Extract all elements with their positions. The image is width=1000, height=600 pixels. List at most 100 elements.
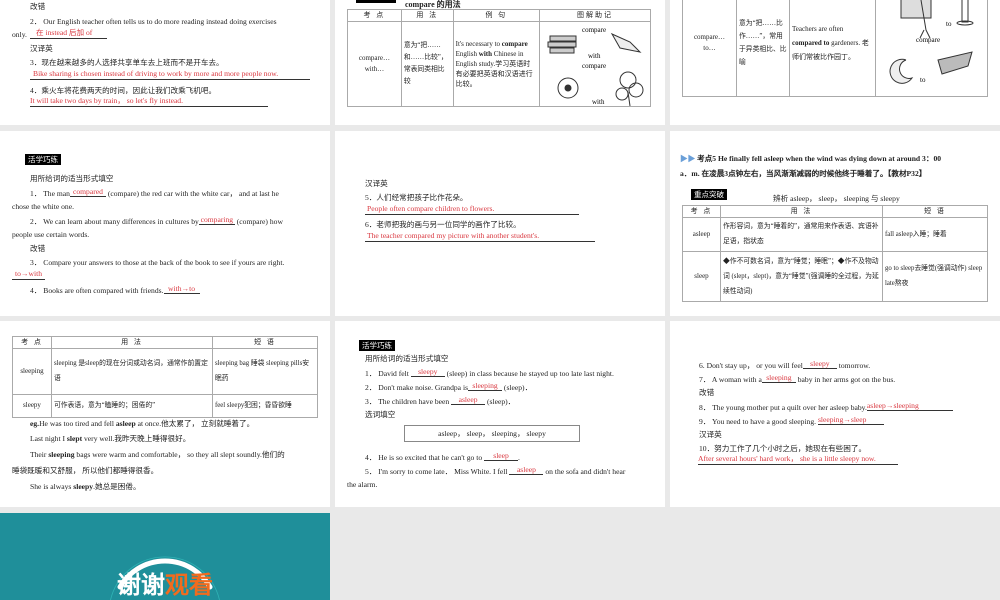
slide-8[interactable]: 活学巧练 用所给词的适当形式填空 1． David felt sleepy (s… xyxy=(335,321,665,507)
answer-3: Bike sharing is chosen instead of drivin… xyxy=(30,69,310,80)
answer-1: sleepy xyxy=(410,368,445,377)
answer-4: sleep xyxy=(484,452,519,461)
question-3: 3．现在越来越多的人选择共享单车去上班而不是开车去。 xyxy=(30,58,224,67)
header-point: 考 点 xyxy=(347,9,402,22)
key-point-line-2: a．m. 在凌晨3点钟左右，当风渐渐减弱的时候他终于睡着了。【教材P32】 xyxy=(680,169,927,178)
phrase-cell: sleeping bag 睡袋 sleeping pills安眠药 xyxy=(212,348,318,395)
slide-5[interactable]: 汉译英 5．人们经常把孩子比作花朵。 People often compare … xyxy=(335,131,665,316)
phrase-cell: fall asleep入睡；睡着 xyxy=(882,217,988,252)
answer-7: sleeping xyxy=(761,374,796,383)
header-example: 例 句 xyxy=(452,9,541,22)
usage-cell: sleeping 是sleep的现在分词或动名词，通常作前置定语 xyxy=(51,348,213,395)
phrase-cell: feel sleepy犯困；昏昏欲睡 xyxy=(212,393,318,418)
teacher-candle-moon-boat-illustration: to compare to xyxy=(889,0,974,84)
section-label: 重点突破 xyxy=(691,189,727,200)
header-illustration: 图解助记 xyxy=(539,9,651,22)
illustration-cell: to compare to xyxy=(875,0,988,97)
point-cell: compare…with… xyxy=(347,21,402,107)
svg-text:compare: compare xyxy=(582,26,606,34)
header-point: 考 点 xyxy=(682,205,721,218)
section-label xyxy=(356,0,396,3)
phrase-cell: go to sleep去睡觉(强调动作) sleep late熬夜 xyxy=(882,250,988,303)
boat-icon xyxy=(937,51,973,75)
example-3-cont: 睡袋既暖和又舒服， 所以他们都睡得很香。 xyxy=(12,466,159,475)
slide-2[interactable]: compare 的用法 考 点用 法例 句图解助记 compare…with… … xyxy=(335,0,665,125)
answer-6: The teacher compared my picture with ano… xyxy=(365,231,595,242)
open-book-icon xyxy=(610,32,642,53)
heading-translate: 汉译英 xyxy=(365,179,388,188)
asleep-sleep-table: 考 点用 法短 语 asleep 作形容词，意为“睡着的”，通常用来作表语、宾语补… xyxy=(682,205,988,303)
question-5: 5．人们经常把孩子比作花朵。 xyxy=(365,193,468,202)
usage-cell: 意为“把……比作……”，常用于异类相比、比喻 xyxy=(736,0,790,97)
question-1: 1． David felt sleepy (sleep) in class be… xyxy=(365,367,614,379)
header-phrase: 短 语 xyxy=(882,205,988,218)
slide-10-thanks[interactable]: 谢谢观看 xyxy=(0,513,330,600)
heading-correction: 改错 xyxy=(30,244,46,253)
key-point-line-1: ▶▶ 考点5 He finally fell asleep when the w… xyxy=(680,154,942,163)
thanks-title: 谢谢观看 xyxy=(117,571,213,599)
slide-3[interactable]: compare…to… 意为“把……比作……”，常用于异类相比、比喻 Teach… xyxy=(670,0,1000,125)
answer-3: asleep xyxy=(451,396,486,405)
question-2-cont: only. xyxy=(12,30,27,39)
slide-7[interactable]: 考 点用 法短 语 sleeping sleeping 是sleep的现在分词或动… xyxy=(0,321,330,507)
point-cell: sleepy xyxy=(12,393,52,418)
answer-4: with→to xyxy=(163,285,200,294)
svg-text:compare: compare xyxy=(916,36,940,44)
header-usage: 用 法 xyxy=(720,205,883,218)
question-4: 4． He is so excited that he can't go to … xyxy=(365,451,520,463)
example-4: She is always sleepy.她总是困倦。 xyxy=(30,482,141,491)
usage-cell: ◆作不可数名词，意为“睡觉；睡眠”；◆作不及物动词 (slept，slept)，… xyxy=(720,250,883,303)
blackboard-icon xyxy=(900,0,932,19)
example-3: Their sleeping bags were warm and comfor… xyxy=(30,450,285,459)
usage-table-continued: compare…to… 意为“把……比作……”，常用于异类相比、比喻 Teach… xyxy=(682,0,988,97)
double-arrow-icon: ▶▶ xyxy=(680,154,696,163)
answer-4: It will take two days by train， so let's… xyxy=(30,96,268,107)
heading-word-choice: 选词填空 xyxy=(365,410,396,419)
question-7: 7． A woman with a sleeping baby in her ar… xyxy=(699,373,896,385)
svg-text:with: with xyxy=(588,52,601,60)
question-4: 4．乘火车将花费两天的时间，因此让我们改乘飞机吧。 xyxy=(30,86,217,95)
moon-icon xyxy=(889,58,914,84)
example-cell: Teachers are often compared to gardeners… xyxy=(789,0,876,97)
slide-1[interactable]: 改错 2． Our English teacher often tells us… xyxy=(0,0,330,125)
point-cell: sleep xyxy=(682,250,721,303)
example-cell: It's necessary to compare English with C… xyxy=(452,21,541,107)
table-caption: 辨析 asleep， sleep， sleeping 与 sleepy xyxy=(773,194,900,203)
word-bank-box: asleep， sleep， sleeping， sleepy xyxy=(404,425,580,442)
example-2: Last night I slept very well.我昨天晚上睡得很好。 xyxy=(30,434,191,443)
header-usage: 用 法 xyxy=(51,336,213,349)
question-2-cont: people use certain words. xyxy=(12,230,90,239)
instruction: 用所给词的适当形式填空 xyxy=(30,174,114,183)
question-8: 8． The young mother put a quilt over her… xyxy=(699,402,953,413)
question-10: 10．努力工作了几个小时之后，她现在有些困了。 xyxy=(699,444,867,453)
answer-3: to→with xyxy=(12,269,45,280)
question-3: 3． Compare your answers to those at the … xyxy=(30,258,285,267)
question-4: 4． Books are often compared with friends… xyxy=(30,285,200,296)
answer-2: comparing xyxy=(198,215,235,225)
slide-9[interactable]: 6. Don't stay up， or you will feel sleepy… xyxy=(670,321,1000,507)
books-flowers-illustration: compare with compare with xyxy=(547,26,644,106)
question-6: 6. Don't stay up， or you will feel sleepy… xyxy=(699,359,871,371)
usage-cell: 意为“把……和……比较”，常表同类相比较 xyxy=(400,21,454,107)
usage-cell: 可作表语，意为“瞌睡的；困倦的” xyxy=(51,393,213,418)
usage-table: 考 点用 法例 句图解助记 compare…with… 意为“把……和……比较”… xyxy=(347,9,651,107)
section-label: 活学巧练 xyxy=(25,154,61,165)
slide-6[interactable]: ▶▶ 考点5 He finally fell asleep when the w… xyxy=(670,131,1000,316)
answer-2: 在 instead 后加 of xyxy=(30,28,107,39)
question-1-cont: chose the white one. xyxy=(12,202,74,211)
svg-text:with: with xyxy=(592,98,605,106)
header-phrase: 短 语 xyxy=(212,336,318,349)
heading-translate: 汉译英 xyxy=(699,430,722,439)
question-5-cont: the alarm. xyxy=(347,480,378,489)
answer-1: compared xyxy=(69,188,106,197)
svg-text:to: to xyxy=(920,76,926,84)
answer-2: sleeping xyxy=(468,382,503,391)
slide-4[interactable]: 活学巧练 用所给词的适当形式填空 1． The man compared (com… xyxy=(0,131,330,316)
answer-8: asleep→sleeping xyxy=(866,402,953,411)
answer-5: People often compare children to flowers… xyxy=(365,204,579,215)
header-point: 考 点 xyxy=(12,336,52,349)
answer-9: sleeping→sleep xyxy=(817,416,884,425)
question-2: 2． Don't make noise. Grandpa is sleeping … xyxy=(365,381,533,393)
heading-correction: 改错 xyxy=(30,2,46,11)
section-label: 活学巧练 xyxy=(359,340,395,351)
